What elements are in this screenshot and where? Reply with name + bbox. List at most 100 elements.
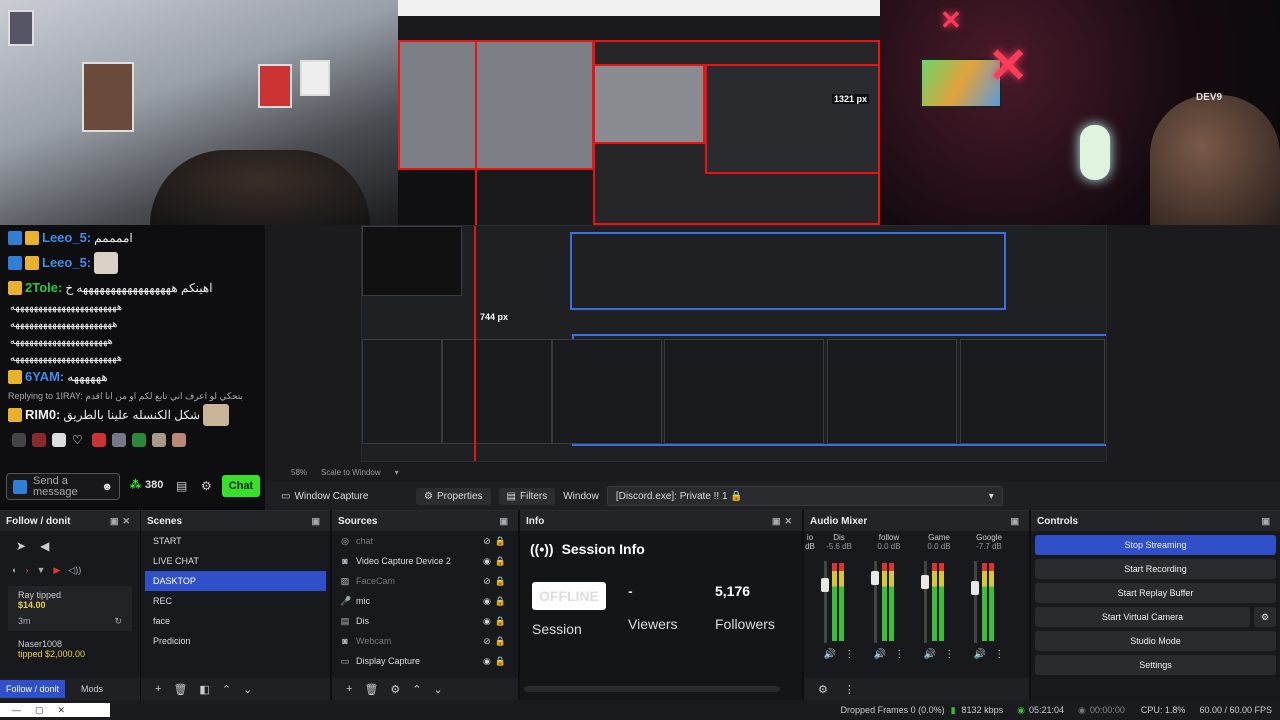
chat-username[interactable]: RIM0: bbox=[25, 408, 60, 422]
maximize-icon[interactable]: ▢ bbox=[35, 705, 44, 716]
speaker-icon[interactable]: 🔊 bbox=[974, 649, 986, 660]
chat-settings-icon[interactable]: ⚙ bbox=[201, 479, 212, 493]
down-icon[interactable]: ⌄ bbox=[434, 683, 443, 696]
gift-icon[interactable]: ▤ bbox=[176, 479, 187, 493]
emote-icon[interactable] bbox=[172, 433, 186, 447]
window-select[interactable]: [Discord.exe]: Private !! 1 🔒 ▾ bbox=[606, 486, 1003, 506]
chat-username[interactable]: 6YAM: bbox=[25, 370, 64, 384]
shield-icon[interactable]: ◐ bbox=[12, 565, 17, 576]
scene-item[interactable]: LIVE CHAT bbox=[145, 551, 326, 571]
source-item[interactable]: ◙ Webcam ⊘🔒 bbox=[332, 631, 518, 651]
volume-slider[interactable] bbox=[871, 561, 879, 643]
obs-preview-canvas[interactable]: 744 px bbox=[265, 225, 1280, 485]
scene-item[interactable]: DASKTOP bbox=[145, 571, 326, 591]
source-item[interactable]: 🎤 mic ◉🔒 bbox=[332, 591, 518, 611]
up-icon[interactable]: ⌃ bbox=[412, 683, 421, 696]
volume-slider[interactable] bbox=[971, 561, 979, 643]
emote-icon[interactable] bbox=[132, 433, 146, 447]
heart-icon[interactable]: ♡ bbox=[72, 433, 86, 447]
emoji-icon[interactable]: ☻ bbox=[101, 481, 113, 493]
filter-icon[interactable]: ◧ bbox=[199, 683, 209, 696]
scene-item[interactable]: Predicion bbox=[145, 631, 326, 651]
more-icon[interactable]: ⋮ bbox=[844, 649, 854, 660]
trash-icon[interactable]: 🗑 bbox=[364, 683, 378, 696]
studio-mode-button[interactable]: Studio Mode bbox=[1035, 631, 1276, 651]
chat-username[interactable]: Leeo_5: bbox=[42, 256, 91, 270]
up-icon[interactable]: ⌃ bbox=[222, 683, 231, 696]
tab-follow[interactable]: Follow / donit bbox=[0, 680, 66, 698]
properties-button[interactable]: ⚙ Properties bbox=[416, 487, 491, 505]
dock-controls[interactable]: ▣ bbox=[311, 516, 324, 527]
source-item[interactable]: ◙ Video Capture Device 2 ◉🔒 bbox=[332, 551, 518, 571]
settings-button[interactable]: Settings bbox=[1035, 655, 1276, 675]
chevron-down-icon[interactable]: ▾ bbox=[395, 468, 399, 477]
add-icon[interactable]: + bbox=[346, 683, 352, 695]
tab-mods[interactable]: Mods bbox=[65, 680, 119, 698]
chevron-icon[interactable]: › bbox=[25, 565, 28, 576]
zoom-level[interactable]: 58% bbox=[291, 468, 307, 477]
visibility-icon[interactable]: ◉🔒 bbox=[483, 656, 510, 667]
start-virtual-camera-button[interactable]: Start Virtual Camera bbox=[1035, 607, 1250, 627]
dock-controls[interactable]: ▣✕ bbox=[772, 516, 796, 527]
send-icon[interactable]: ➤ bbox=[16, 539, 26, 553]
visibility-icon[interactable]: ◉🔒 bbox=[483, 556, 510, 567]
source-item[interactable]: ▨ FaceCam ⊘🔒 bbox=[332, 571, 518, 591]
channel-points[interactable]: ⁂ 380 bbox=[130, 478, 163, 492]
refresh-icon[interactable]: ↻ bbox=[114, 616, 122, 627]
visibility-icon[interactable]: ◉🔒 bbox=[483, 616, 510, 627]
visibility-icon[interactable]: ⊘🔒 bbox=[483, 536, 510, 547]
speaker-icon[interactable]: 🔊 bbox=[924, 649, 936, 660]
advanced-audio-icon[interactable]: ⚙ bbox=[818, 683, 828, 696]
dock-controls[interactable]: ▣ bbox=[1010, 516, 1023, 527]
gear-icon[interactable]: ⚙ bbox=[390, 683, 400, 696]
volume-knob[interactable] bbox=[971, 581, 979, 595]
emote-icon[interactable] bbox=[12, 433, 26, 447]
source-item[interactable]: ◎ chat ⊘🔒 bbox=[332, 531, 518, 551]
add-icon[interactable]: + bbox=[155, 683, 161, 695]
volume-slider[interactable] bbox=[921, 561, 929, 643]
scrollbar[interactable] bbox=[524, 686, 780, 692]
volume-knob[interactable] bbox=[921, 575, 929, 589]
visibility-icon[interactable]: ◉🔒 bbox=[483, 596, 510, 607]
chat-username[interactable]: 2Tole: bbox=[25, 281, 62, 295]
visibility-icon[interactable]: ⊘🔒 bbox=[483, 576, 510, 587]
stop-streaming-button[interactable]: Stop Streaming bbox=[1035, 535, 1276, 555]
start-replay-buffer-button[interactable]: Start Replay Buffer bbox=[1035, 583, 1276, 603]
more-icon[interactable]: ⋮ bbox=[944, 649, 954, 660]
more-icon[interactable]: ⋮ bbox=[894, 649, 904, 660]
megaphone-icon[interactable]: ◀ bbox=[40, 539, 49, 553]
scene-item[interactable]: face bbox=[145, 611, 326, 631]
speaker-icon[interactable]: 🔊 bbox=[824, 649, 836, 660]
more-icon[interactable]: ⋮ bbox=[844, 683, 855, 696]
volume-icon[interactable]: ◁)) bbox=[68, 565, 81, 576]
scene-item[interactable]: REC bbox=[145, 591, 326, 611]
play-icon[interactable]: ▶ bbox=[53, 565, 60, 576]
more-icon[interactable]: ⋮ bbox=[994, 649, 1004, 660]
scale-mode[interactable]: Scale to Window bbox=[321, 468, 381, 477]
dock-controls[interactable]: ▣✕ bbox=[110, 516, 134, 527]
filters-button[interactable]: ▤ Filters bbox=[498, 487, 556, 505]
gear-icon[interactable]: ⚙ bbox=[1254, 607, 1276, 627]
source-item[interactable]: ▭ Display Capture ◉🔒 bbox=[332, 651, 518, 671]
volume-knob[interactable] bbox=[821, 578, 829, 592]
emote-icon[interactable] bbox=[112, 433, 126, 447]
down-icon[interactable]: ⌄ bbox=[243, 683, 252, 696]
chat-input[interactable]: Send a message ☻ bbox=[6, 473, 120, 500]
volume-knob[interactable] bbox=[871, 571, 879, 585]
start-recording-button[interactable]: Start Recording bbox=[1035, 559, 1276, 579]
close-icon[interactable]: ✕ bbox=[58, 705, 66, 716]
minimize-icon[interactable]: — bbox=[12, 705, 21, 715]
emote-icon[interactable] bbox=[152, 433, 166, 447]
trash-icon[interactable]: 🗑 bbox=[173, 683, 187, 696]
volume-slider[interactable] bbox=[821, 561, 829, 643]
visibility-icon[interactable]: ⊘🔒 bbox=[483, 636, 510, 647]
filter-icon[interactable]: ▼ bbox=[36, 565, 45, 576]
dock-controls[interactable]: ▣ bbox=[1261, 516, 1274, 527]
emote-icon[interactable] bbox=[92, 433, 106, 447]
scene-item[interactable]: START bbox=[145, 531, 326, 551]
chat-username[interactable]: Leeo_5: bbox=[42, 231, 91, 245]
emote-icon[interactable] bbox=[32, 433, 46, 447]
emote-icon[interactable] bbox=[52, 433, 66, 447]
source-item[interactable]: ▤ Dis ◉🔒 bbox=[332, 611, 518, 631]
speaker-icon[interactable]: 🔊 bbox=[874, 649, 886, 660]
